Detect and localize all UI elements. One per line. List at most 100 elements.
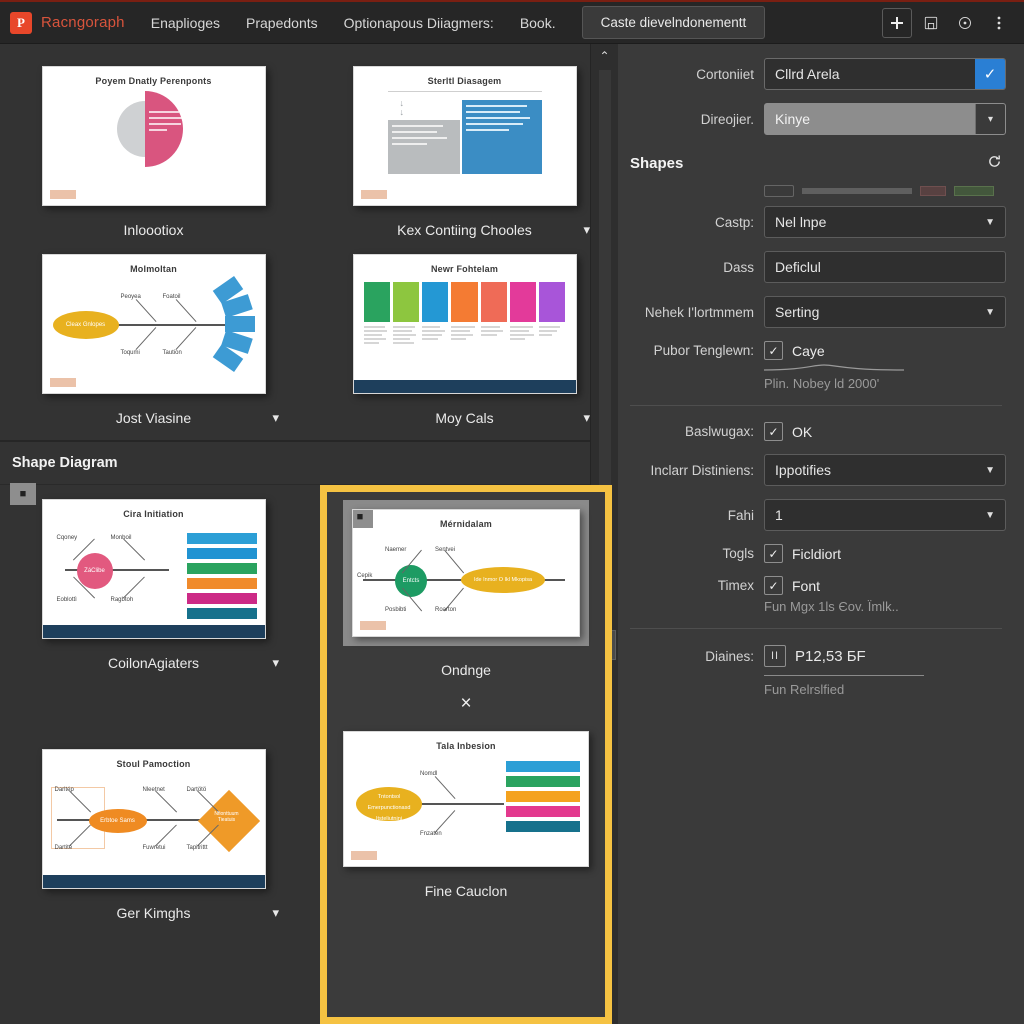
diaines-row[interactable]: II Р12,53 БF: [764, 645, 1006, 667]
label-baskwug: Baslwugах:: [684, 424, 754, 439]
slide-thumbnail-orange-bars[interactable]: Tala Inbesion Tntontsol Emerpunctionasd …: [343, 731, 589, 867]
chevron-down-icon[interactable]: ▾: [975, 104, 1005, 134]
checkbox-icon[interactable]: ✓: [764, 341, 783, 360]
drag-handle-icon[interactable]: ■: [353, 510, 373, 528]
slide-logo: [49, 378, 76, 387]
divider: [630, 405, 1002, 406]
color-bar: [186, 563, 257, 574]
ghost-text: [802, 188, 912, 194]
create-development-button[interactable]: Caste dievelndonementt: [581, 6, 766, 39]
fishbone-label: Foatoil: [162, 294, 181, 300]
node-label: Ragbtoh: [110, 597, 134, 603]
menu-item-2[interactable]: Optionapous Diiagmers:: [344, 15, 494, 31]
pubor-checkbox-row[interactable]: ✓ Caye: [764, 341, 1006, 360]
inclarr-select[interactable]: Ippotifies ▼: [764, 454, 1006, 486]
fahi-select[interactable]: 1 ▼: [764, 499, 1006, 531]
selected-item-top[interactable]: ■ Mérnidalam Entcts Ide Inmor O Ikl Mkop…: [327, 492, 605, 678]
direction-select[interactable]: Kinye ▾: [764, 103, 1006, 135]
slide-thumbnail-fishbone[interactable]: Molmoltan Cleax Gnlopes Peoyea Foatoil T…: [41, 254, 266, 394]
slide-thumbnail-diamond[interactable]: Stoul Pamoction Erbtoe Sams Nfionttuum T…: [41, 749, 266, 889]
chevron-down-icon[interactable]: ▾: [272, 905, 279, 921]
save-icon[interactable]: [916, 8, 946, 38]
row-direction: Direojier. Kinye ▾: [626, 103, 1006, 135]
fishbone-label: Toqumi: [120, 350, 140, 356]
color-bar: [506, 776, 580, 787]
more-icon[interactable]: [984, 8, 1014, 38]
add-icon[interactable]: [882, 7, 912, 38]
ghost-toggle[interactable]: [764, 185, 794, 197]
chevron-down-icon[interactable]: ▼: [985, 510, 995, 521]
check-icon[interactable]: ✓: [975, 59, 1005, 89]
slide-title: Poyem Dnatly Perenponts: [95, 76, 212, 86]
chevron-down-icon[interactable]: ▾: [272, 410, 279, 426]
chevron-down-icon[interactable]: ▾: [272, 655, 279, 671]
brand[interactable]: P Racngoraph: [10, 11, 125, 34]
control-nehek: Serting ▼: [764, 296, 1006, 328]
close-icon[interactable]: ×: [460, 694, 471, 713]
node-label: Fnzaten: [420, 831, 442, 837]
mind-label: Roarton: [435, 607, 457, 613]
gallery-item[interactable]: Poyem Dnatly Perenponts Inloootiox: [12, 58, 295, 242]
caption-text: CoilonAgiaters: [107, 655, 200, 671]
menu-item-0[interactable]: Enaplioges: [151, 15, 220, 31]
slide-thumbnail-pink-bars[interactable]: Cira Initiation ZáClibe Cqoney Monboil E…: [41, 499, 266, 639]
menu-item-1[interactable]: Prapedonts: [246, 15, 318, 31]
section-header-shape-diagram: Shape Diagram: [0, 441, 618, 485]
fishbone-head-label: Cleax Gnlopes: [65, 322, 106, 328]
chevron-down-icon[interactable]: ▼: [985, 217, 995, 228]
gallery-item[interactable]: ■ Cira Initiation ZáClibe Cqoney Monboil…: [10, 483, 295, 675]
gallery-item[interactable]: Stoul Pamoction Erbtoe Sams Nfionttuum T…: [12, 741, 295, 925]
color-swatch: [422, 282, 449, 322]
selected-template-column[interactable]: ■ Mérnidalam Entcts Ide Inmor O Ikl Mkop…: [320, 485, 612, 1024]
drag-handle-icon[interactable]: ■: [10, 483, 36, 505]
stand-column-left: [387, 120, 461, 174]
gallery-item[interactable]: Newr Fohtelam Moy Cals ▾: [323, 246, 606, 430]
gallery-item[interactable]: Molmoltan Cleax Gnlopes Peoyea Foatoil T…: [12, 246, 295, 430]
gallery-bottom-section: ■ Cira Initiation ZáClibe Cqoney Monboil…: [0, 483, 618, 1024]
pause-icon[interactable]: II: [764, 645, 786, 667]
slide-thumbnail-mindmap[interactable]: ■ Mérnidalam Entcts Ide Inmor O Ikl Mkop…: [352, 509, 580, 637]
baskwug-value: OK: [792, 423, 813, 440]
slide-thumbnail-colors[interactable]: Newr Fohtelam: [352, 254, 577, 394]
timex-checkbox-row[interactable]: ✓ Font: [764, 576, 1006, 595]
checkbox-icon[interactable]: ✓: [764, 422, 783, 441]
togls-checkbox-row[interactable]: ✓ Ficldiort: [764, 544, 1006, 563]
color-bar-list: [506, 761, 580, 836]
checkbox-icon[interactable]: ✓: [764, 544, 783, 563]
slide-title: Newr Fohtelam: [430, 264, 499, 274]
ghost-swatch-green: [954, 186, 994, 196]
row-container: Cortoniiet Cllrd Arela ✓: [626, 58, 1006, 90]
chevron-down-icon[interactable]: ▼: [985, 465, 995, 476]
baskwug-checkbox-row[interactable]: ✓ OK: [764, 422, 1006, 441]
menu-item-3[interactable]: Book.: [520, 15, 556, 31]
selected-thumb-box: ■ Mérnidalam Entcts Ide Inmor O Ikl Mkop…: [343, 500, 589, 646]
node-label: Eoblottì: [56, 597, 77, 603]
chevron-down-icon[interactable]: ▼: [985, 307, 995, 318]
gallery-item[interactable]: Sterltl Diasagem ↓ ↓ Keх Contiing Choole…: [323, 58, 606, 242]
scroll-up-icon[interactable]: ⌃: [594, 44, 616, 68]
slide-title: Stoul Pamoction: [116, 759, 191, 769]
caste-select[interactable]: Nel lnpe ▼: [764, 206, 1006, 238]
dass-input[interactable]: Deficlul: [764, 251, 1006, 283]
selected-item-bottom[interactable]: Tala Inbesion Tntontsol Emerpunctionasd …: [327, 723, 605, 899]
togls-value: Ficldiort: [792, 545, 842, 562]
checkbox-icon[interactable]: ✓: [764, 576, 783, 595]
color-swatch: [509, 282, 537, 322]
slide-thumbnail-stand[interactable]: Sterltl Diasagem ↓ ↓: [352, 66, 577, 206]
refresh-icon[interactable]: [987, 154, 1002, 172]
color-bar: [186, 608, 257, 619]
thumbnail-caption: Fine Cauclon: [343, 883, 589, 899]
mind-label: Naemer: [385, 547, 407, 553]
mind-left-label: Cepik: [357, 573, 373, 579]
center-node: ZáClibe: [76, 553, 113, 589]
container-input[interactable]: Cllrd Arela ✓: [764, 58, 1006, 90]
thumbnail-caption: Moy Cals ▾: [327, 410, 602, 426]
diaines-sub: Fun Relrslfied: [764, 682, 845, 697]
slide-thumbnail-pie[interactable]: Poyem Dnatly Perenponts: [41, 66, 266, 206]
nehek-select[interactable]: Serting ▼: [764, 296, 1006, 328]
color-swatch: [539, 282, 566, 322]
caption-text: Moy Cals: [435, 410, 494, 426]
help-icon[interactable]: [950, 8, 980, 38]
node-label: Monboil: [110, 535, 132, 541]
label-togls: Togls: [722, 546, 754, 561]
